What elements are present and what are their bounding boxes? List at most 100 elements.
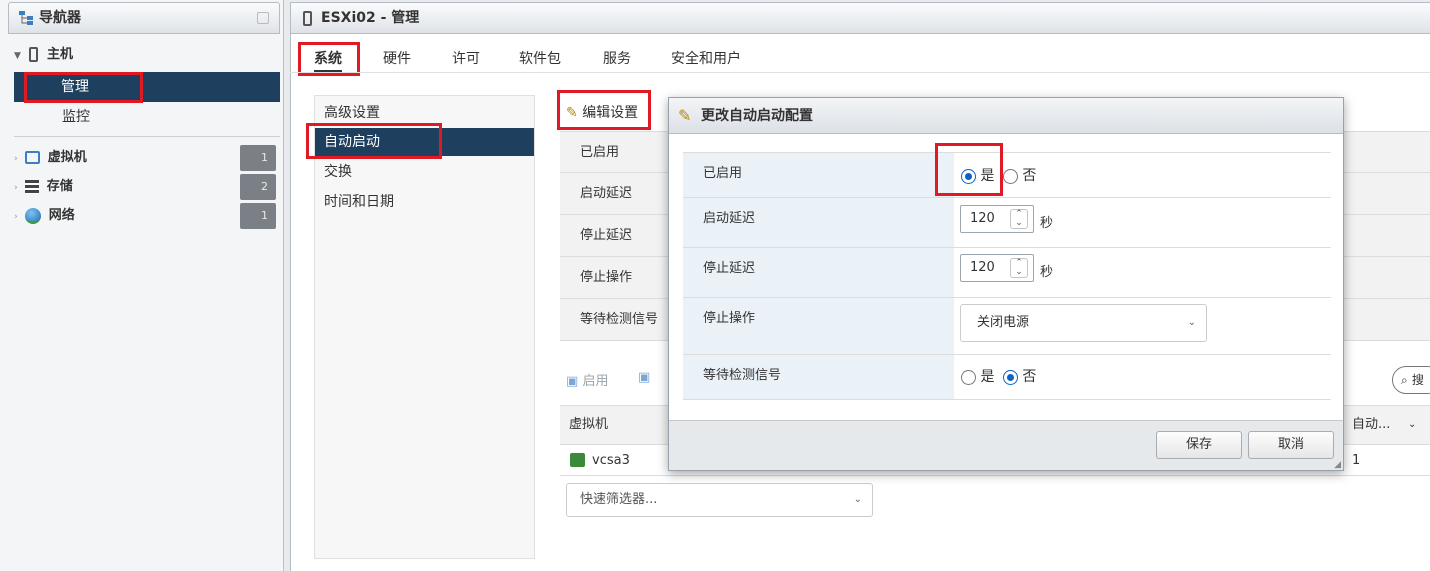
resize-grip-icon[interactable]: ◢ xyxy=(1334,460,1341,470)
autostart-column-header[interactable]: 自动... xyxy=(1352,406,1390,444)
wait-heartbeat-no-label: 否 xyxy=(1022,369,1037,385)
navigator-title: 导航器 xyxy=(39,10,81,26)
stop-action-label: 停止操作 xyxy=(683,298,954,354)
tab-hardware[interactable]: 硬件 xyxy=(383,46,411,72)
tabs-divider xyxy=(290,72,1430,73)
host-label: 主机 xyxy=(46,47,73,62)
settings-item-autostart[interactable]: 自动启动 xyxy=(315,128,534,156)
nav-item-manage[interactable]: 管理 xyxy=(14,72,280,102)
expand-caret-icon[interactable]: ▼ xyxy=(14,51,21,61)
enabled-no-label: 否 xyxy=(1022,168,1037,184)
prop-label: 停止延迟 xyxy=(580,228,633,243)
toolbar-icon[interactable]: ▣ xyxy=(638,370,650,385)
manage-label: 管理 xyxy=(61,79,89,95)
dialog-row-wait-heartbeat: 等待检测信号 是 否 xyxy=(683,355,1331,400)
stepper-arrows-icon[interactable]: ⌃ ⌄ xyxy=(1010,258,1028,278)
collapse-icon[interactable] xyxy=(257,12,269,24)
network-icon xyxy=(25,207,42,224)
search-text: 搜 xyxy=(1411,373,1424,387)
wait-heartbeat-radio-group: 是 否 xyxy=(961,366,1036,386)
vm-order: 1 xyxy=(1352,453,1361,468)
stop-action-value: 关闭电源 xyxy=(977,315,1030,330)
dialog-row-enabled: 已启用 是 否 xyxy=(683,152,1331,198)
tab-packages[interactable]: 软件包 xyxy=(519,46,561,72)
stop-delay-stepper[interactable]: 120 ⌃ ⌄ xyxy=(960,254,1034,282)
stop-delay-label: 停止延迟 xyxy=(683,248,954,297)
tab-security-users[interactable]: 安全和用户 xyxy=(671,46,741,72)
storage-icon xyxy=(25,179,40,194)
tab-license[interactable]: 许可 xyxy=(452,46,480,72)
page-title: ESXi02 - 管理 xyxy=(321,10,420,26)
enable-label: 启用 xyxy=(582,374,609,389)
vms-label: 虚拟机 xyxy=(47,150,87,165)
edit-settings-label: 编辑设置 xyxy=(582,105,639,121)
wait-heartbeat-label: 等待检测信号 xyxy=(683,355,954,399)
start-delay-stepper[interactable]: 120 ⌃ ⌄ xyxy=(960,205,1034,233)
nav-item-vms[interactable]: › 虚拟机 xyxy=(14,145,87,171)
chevron-down-icon[interactable]: ⌄ xyxy=(1408,406,1416,444)
network-label: 网络 xyxy=(48,208,75,223)
settings-item-swap[interactable]: 交换 xyxy=(315,158,534,186)
expand-caret-icon[interactable]: › xyxy=(14,154,18,164)
chevron-down-icon: ⌄ xyxy=(853,494,862,505)
settings-list: 高级设置 自动启动 交换 时间和日期 xyxy=(314,95,535,559)
host-icon xyxy=(29,47,39,62)
dialog-row-stop-action: 停止操作 关闭电源 ⌄ xyxy=(683,298,1331,355)
wait-heartbeat-no-radio[interactable] xyxy=(1002,369,1018,385)
settings-item-advanced[interactable]: 高级设置 xyxy=(315,99,534,127)
enabled-yes-radio[interactable] xyxy=(961,168,976,184)
pencil-icon: ✎ xyxy=(678,106,692,125)
nav-item-network[interactable]: › 网络 xyxy=(14,203,75,229)
storage-count-badge: 2 xyxy=(240,174,276,200)
stepper-arrows-icon[interactable]: ⌃ ⌄ xyxy=(1010,209,1028,229)
edit-settings-button[interactable]: ✎ 编辑设置 xyxy=(566,101,638,125)
host-icon xyxy=(303,11,312,26)
autostart-config-dialog: ✎ 更改自动启动配置 已启用 是 否 启动延迟 120 ⌃ ⌄ 秒 停止延迟 12… xyxy=(668,97,1344,471)
stop-delay-value: 120 xyxy=(970,260,995,275)
vm-column-header[interactable]: 虚拟机 xyxy=(569,406,608,444)
enabled-yes-label: 是 xyxy=(980,168,995,184)
chevron-down-icon: ⌄ xyxy=(1187,317,1196,328)
vms-count-badge: 1 xyxy=(240,145,276,171)
nav-separator xyxy=(14,136,280,137)
navigator-header: 导航器 xyxy=(8,2,280,34)
wait-heartbeat-yes-label: 是 xyxy=(980,369,995,385)
pencil-icon: ✎ xyxy=(566,105,578,121)
nav-item-monitor[interactable]: 监控 xyxy=(62,104,90,130)
navigator-icon xyxy=(19,11,35,25)
nav-item-storage[interactable]: › 存储 xyxy=(14,174,73,200)
tab-services[interactable]: 服务 xyxy=(603,46,631,72)
quick-filter-select[interactable]: 快速筛选器... ⌄ xyxy=(566,483,873,517)
start-delay-unit: 秒 xyxy=(1040,216,1054,231)
prop-label: 停止操作 xyxy=(580,270,633,285)
vm-icon xyxy=(25,151,41,164)
stop-action-select[interactable]: 关闭电源 ⌄ xyxy=(960,304,1207,342)
vm-name: vcsa3 xyxy=(592,453,630,468)
wait-heartbeat-yes-radio[interactable] xyxy=(961,369,976,385)
host-node[interactable]: ▼ 主机 xyxy=(14,42,73,68)
start-delay-value: 120 xyxy=(970,211,995,226)
network-count-badge: 1 xyxy=(240,203,276,229)
monitor-label: 监控 xyxy=(62,109,90,125)
storage-label: 存储 xyxy=(46,179,73,194)
enabled-no-radio[interactable] xyxy=(1002,168,1018,184)
search-box[interactable]: ⌕ 搜 xyxy=(1392,366,1430,394)
expand-caret-icon[interactable]: › xyxy=(14,183,18,193)
main-header: ESXi02 - 管理 xyxy=(290,2,1430,34)
search-icon: ⌕ xyxy=(1401,373,1408,387)
settings-item-time-date[interactable]: 时间和日期 xyxy=(315,188,534,216)
dialog-footer: 保存 取消 ◢ xyxy=(669,420,1343,470)
tab-system[interactable]: 系统 xyxy=(314,46,342,72)
enable-icon: ▣ xyxy=(566,374,579,389)
dialog-row-stop-delay: 停止延迟 120 ⌃ ⌄ 秒 xyxy=(683,248,1331,298)
cancel-button[interactable]: 取消 xyxy=(1248,431,1334,459)
save-button[interactable]: 保存 xyxy=(1156,431,1242,459)
enable-button[interactable]: ▣ 启用 xyxy=(566,370,608,389)
enabled-label: 已启用 xyxy=(683,153,954,197)
dialog-row-start-delay: 启动延迟 120 ⌃ ⌄ 秒 xyxy=(683,198,1331,248)
prop-label: 等待检测信号 xyxy=(580,312,659,327)
prop-label: 已启用 xyxy=(580,145,620,160)
vm-icon xyxy=(570,453,585,467)
start-delay-label: 启动延迟 xyxy=(683,198,954,247)
expand-caret-icon[interactable]: › xyxy=(14,212,18,222)
